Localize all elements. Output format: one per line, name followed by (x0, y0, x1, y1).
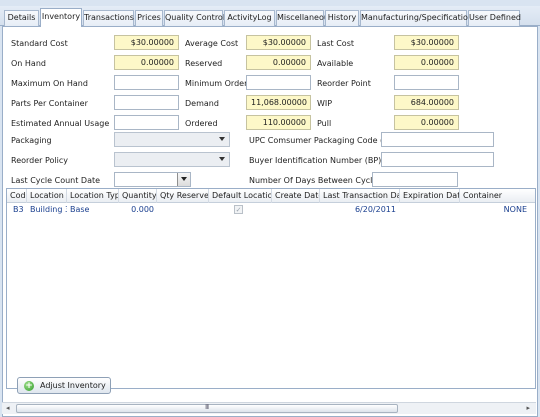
calendar-dropdown-button[interactable] (177, 173, 190, 186)
cell-last-transaction-date: 6/20/2011 (354, 205, 396, 214)
adjust-inventory-label: Adjust Inventory (40, 381, 106, 390)
wip-field: 684.00000 (394, 95, 459, 110)
average-cost-field: $30.00000 (246, 35, 311, 50)
column-header-last-transaction-date[interactable]: Last Transaction Date (320, 189, 400, 203)
cell-qty-reserved (157, 203, 209, 216)
average-cost-label: Average Cost (185, 39, 239, 48)
column-header-quantity[interactable]: Quantity (119, 189, 157, 203)
reorder-policy-label: Reorder Policy (11, 156, 69, 165)
tab-user-defined[interactable]: User Defined (468, 10, 521, 26)
inventory-panel: Standard Cost $30.00000 Average Cost $30… (2, 26, 538, 417)
last-cost-field: $30.00000 (394, 35, 459, 50)
tab-transactions[interactable]: Transactions (83, 10, 134, 26)
minimum-order-input[interactable] (246, 75, 311, 90)
column-header-location[interactable]: Location (27, 189, 67, 203)
standard-cost-label: Standard Cost (11, 39, 68, 48)
minimum-order-label: Minimum Order (185, 79, 248, 88)
estimated-annual-usage-input[interactable] (114, 115, 179, 130)
tab-manufacturing-specifications[interactable]: Manufacturing/Specifications (360, 10, 477, 26)
on-hand-field: 0.00000 (114, 55, 179, 70)
cell-quantity: 0.000 (131, 205, 154, 214)
estimated-annual-usage-label: Estimated Annual Usage (11, 119, 110, 128)
default-location-checkbox: ✓ (234, 205, 243, 214)
cell-create-date (272, 203, 320, 216)
ordered-field: 110.00000 (246, 115, 311, 130)
tab-inventory[interactable]: Inventory (40, 8, 82, 27)
scrollbar-thumb[interactable]: III (16, 403, 398, 413)
parts-per-container-label: Parts Per Container (11, 99, 88, 108)
days-between-cycle-counts-input[interactable] (372, 172, 458, 187)
cell-location: Building 3 (30, 205, 67, 214)
last-cost-label: Last Cost (317, 39, 354, 48)
horizontal-scrollbar[interactable]: ◂ III ▸ (2, 402, 536, 414)
scroll-left-icon[interactable]: ◂ (6, 404, 10, 412)
tab-history[interactable]: History (325, 10, 359, 26)
packaging-dropdown[interactable] (114, 132, 230, 147)
available-field: 0.00000 (394, 55, 459, 70)
tab-prices[interactable]: Prices (135, 10, 163, 26)
reserved-label: Reserved (185, 59, 223, 68)
maximum-on-hand-label: Maximum On Hand (11, 79, 88, 88)
column-header-create-date[interactable]: Create Date (272, 189, 320, 203)
buyer-id-label: Buyer Identification Number (BP) (249, 156, 382, 165)
cell-expiration-date (400, 203, 460, 216)
ordered-label: Ordered (185, 119, 218, 128)
reorder-point-input[interactable] (394, 75, 459, 90)
upc-input[interactable] (381, 132, 494, 147)
reserved-field: 0.00000 (246, 55, 311, 70)
locations-grid: Code Location Location Type Quantity Qty… (6, 188, 536, 389)
column-header-qty-reserved[interactable]: Qty Reserved (157, 189, 209, 203)
column-header-default-location[interactable]: Default Location (209, 189, 272, 203)
scroll-right-icon[interactable]: ▸ (526, 404, 530, 412)
chevron-down-icon (219, 157, 225, 161)
upc-label: UPC Comsumer Packaging Code (UP) (249, 136, 397, 145)
demand-label: Demand (185, 99, 219, 108)
column-header-expiration-date[interactable]: Expiration Date (400, 189, 460, 203)
packaging-label: Packaging (11, 136, 52, 145)
maximum-on-hand-input[interactable] (114, 75, 179, 90)
available-label: Available (317, 59, 354, 68)
on-hand-label: On Hand (11, 59, 46, 68)
cell-container: NONE (503, 205, 527, 214)
tab-activitylog[interactable]: ActivityLog (224, 10, 275, 26)
last-cycle-count-date-picker[interactable] (114, 172, 191, 187)
chevron-down-icon (181, 177, 187, 181)
tab-strip: Details Inventory Transactions Prices Qu… (0, 6, 540, 27)
tab-miscellaneous[interactable]: Miscellaneous (276, 10, 333, 26)
last-cycle-count-date-label: Last Cycle Count Date (11, 176, 101, 185)
grid-header: Code Location Location Type Quantity Qty… (7, 189, 535, 203)
grip-icon: III (205, 403, 209, 411)
parts-per-container-input[interactable] (114, 95, 179, 110)
pull-field: 0.00000 (394, 115, 459, 130)
pull-label: Pull (317, 119, 332, 128)
adjust-inventory-button[interactable]: + Adjust Inventory (17, 377, 111, 394)
table-row[interactable]: B3 Building 3 Base 0.000 ✓ 6/20/2011 NON… (7, 203, 535, 216)
column-header-location-type[interactable]: Location Type (67, 189, 119, 203)
buyer-id-input[interactable] (381, 152, 494, 167)
column-header-container[interactable]: Container (460, 189, 535, 203)
column-header-code[interactable]: Code (7, 189, 27, 203)
chevron-down-icon (219, 137, 225, 141)
add-icon: + (24, 381, 34, 391)
reorder-policy-dropdown[interactable] (114, 152, 230, 167)
cell-location-type: Base (70, 205, 90, 214)
reorder-point-label: Reorder Point (317, 79, 371, 88)
tab-quality-control[interactable]: Quality Control (164, 10, 225, 26)
standard-cost-field: $30.00000 (114, 35, 179, 50)
wip-label: WIP (317, 99, 333, 108)
tab-details[interactable]: Details (4, 10, 39, 26)
demand-field: 11,068.00000 (246, 95, 311, 110)
